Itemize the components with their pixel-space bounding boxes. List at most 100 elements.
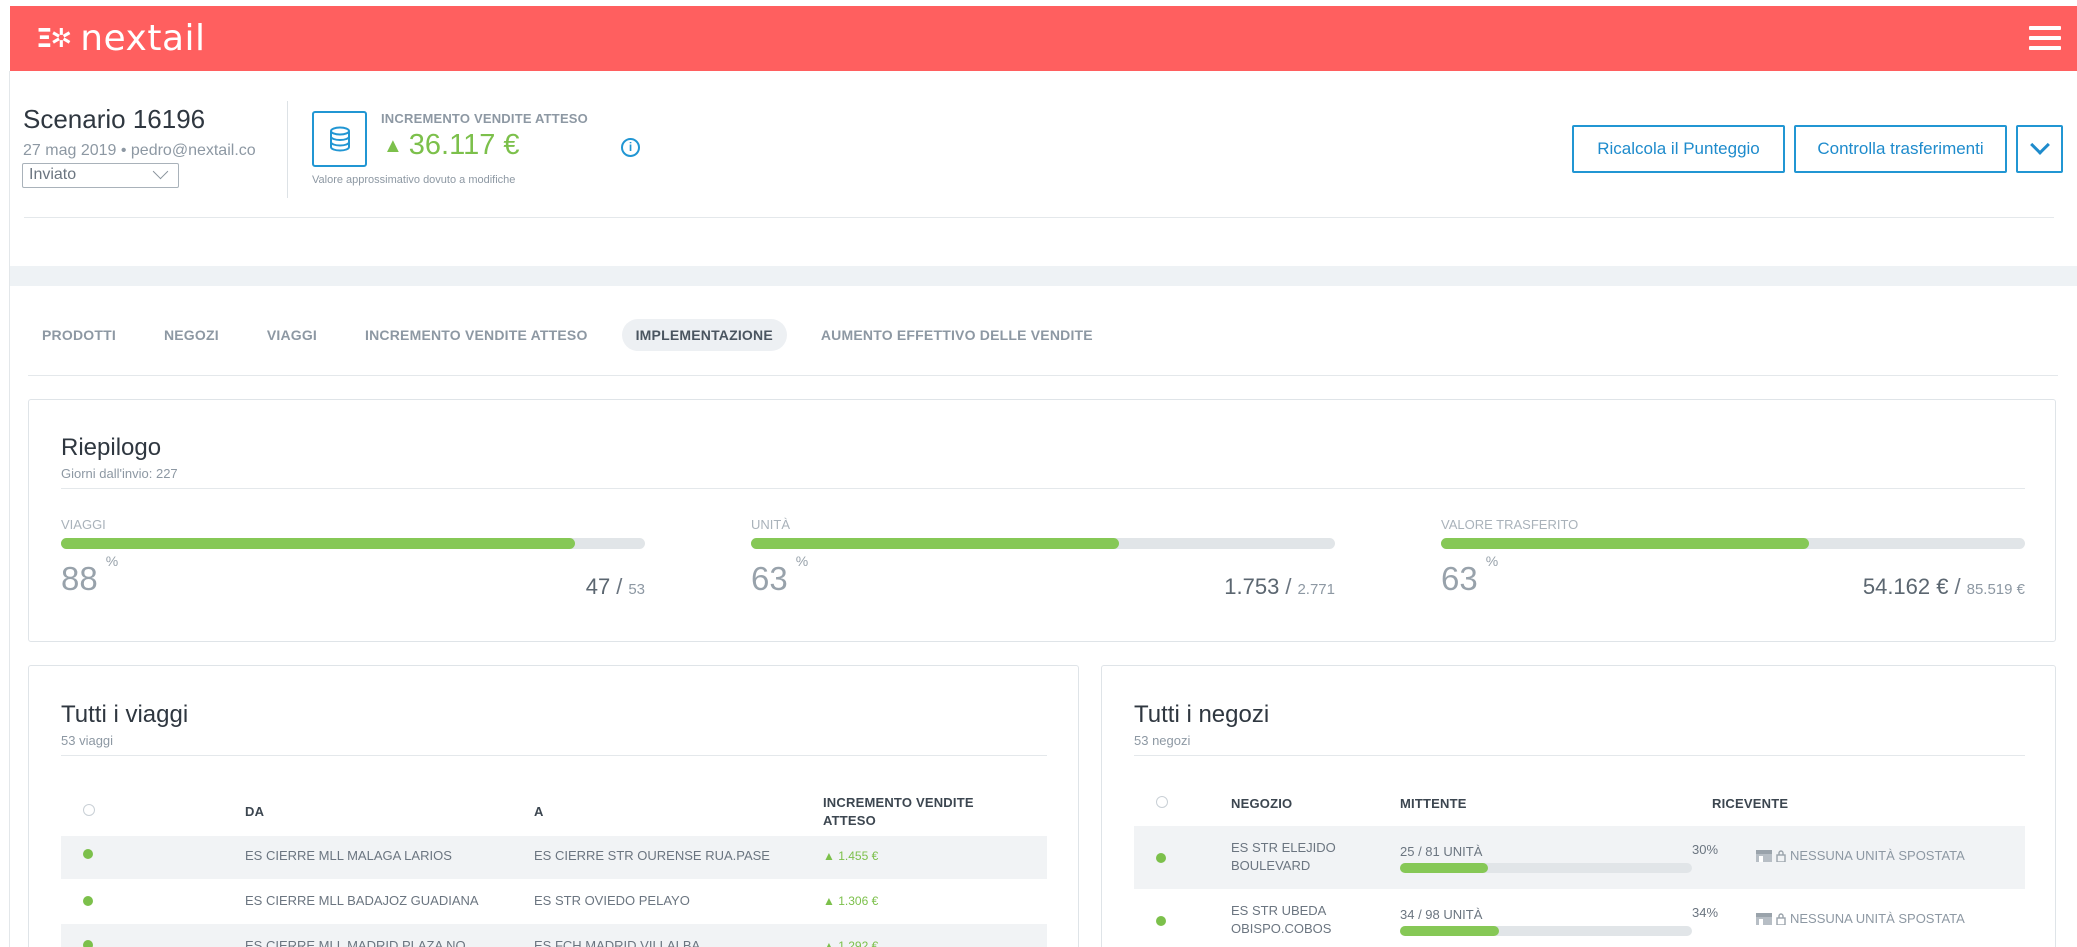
tab-aumento-effettivo[interactable]: AUMENTO EFFETTIVO DELLE VENDITE (807, 319, 1107, 351)
tab-viaggi[interactable]: VIAGGI (253, 319, 331, 351)
info-icon[interactable]: i (621, 138, 640, 157)
summary-title: Riepilogo (61, 434, 162, 461)
recalculate-score-button[interactable]: Ricalcola il Punteggio (1572, 125, 1785, 173)
stores-subtitle: 53 negozi (1134, 733, 1191, 748)
metric-label: UNITÀ (751, 517, 790, 532)
logo-text: nextail (80, 18, 206, 59)
header-da: DA (245, 804, 265, 819)
stores-card: Tutti i negozi 53 negozi NEGOZIO MITTENT… (1101, 665, 2056, 947)
status-dot (1156, 916, 1166, 926)
tab-implementazione[interactable]: IMPLEMENTAZIONE (621, 319, 787, 351)
scenario-header: Scenario 16196 27 mag 2019 • pedro@nexta… (10, 71, 2077, 266)
select-all-radio[interactable] (83, 804, 95, 816)
tab-incremento-vendite-atteso[interactable]: INCREMENTO VENDITE ATTESO (351, 319, 602, 351)
progress-fill (1400, 863, 1488, 873)
logo-mark-icon: Ξ✲ (36, 23, 72, 54)
cell-negozio: ES STR UBEDA OBISPO.COBOS (1231, 903, 1332, 936)
metric-percent: 63% (1441, 553, 1499, 597)
scenario-title: Scenario 16196 (23, 104, 206, 134)
header-mittente: MITTENTE (1400, 796, 1467, 811)
tab-negozi[interactable]: NEGOZI (150, 319, 233, 351)
header-rule (24, 217, 2054, 218)
metric-label: VIAGGI (61, 517, 106, 532)
chevron-down-icon (152, 163, 169, 180)
trips-card: Tutti i viaggi 53 viaggi DA A INCREMENTO… (28, 665, 1079, 947)
progress-track (1441, 538, 2025, 549)
progress-track (1400, 926, 1692, 936)
table-row[interactable]: ES STR ELEJIDO BOULEVARD 25 / 81 UNITÀ 30… (1134, 826, 2025, 889)
header-negozio: NEGOZIO (1231, 796, 1293, 811)
chevron-down-icon (2029, 135, 2050, 155)
metric-percent: 88% (61, 553, 119, 597)
trips-rule (61, 755, 1047, 756)
status-dot (83, 896, 93, 906)
select-all-radio[interactable] (1156, 796, 1168, 808)
header-ricevente: RICEVENTE (1712, 796, 1789, 811)
progress-fill (1441, 538, 1809, 549)
lock-icon (1776, 849, 1786, 862)
trips-title: Tutti i viaggi (61, 701, 189, 728)
up-arrow-icon: ▲ (383, 135, 403, 157)
status-dot (83, 940, 93, 947)
cell-a: ES STR OVIEDO PELAYO (534, 893, 690, 908)
status-value: Inviato (29, 166, 77, 183)
table-row[interactable]: ES CIERRE MLL MALAGA LARIOS ES CIERRE ST… (61, 836, 1047, 879)
progress-track (1400, 863, 1692, 873)
cell-da: ES CIERRE MLL BADAJOZ GUADIANA (245, 893, 479, 908)
more-actions-button[interactable] (2016, 125, 2063, 173)
cell-mittente-units: 25 / 81 UNITÀ (1400, 844, 1483, 859)
metric-ratio: 1.753/2.771 (1224, 574, 1335, 599)
stores-rule (1134, 755, 2025, 756)
summary-subtitle: Giorni dall'invio: 227 (61, 466, 178, 481)
progress-fill (61, 538, 575, 549)
cell-ricevente: NESSUNA UNITÀ SPOSTATA (1756, 911, 1965, 926)
progress-fill (1400, 926, 1500, 936)
table-row[interactable]: ES CIERRE MLL BADAJOZ GUADIANA ES STR OV… (61, 879, 1047, 922)
progress-track (61, 538, 645, 549)
cell-a: ES FCH MADRID VILLALBA (534, 938, 701, 947)
kpi-note: Valore approssimativo dovuto a modifiche (312, 174, 516, 186)
store-icon (1756, 849, 1772, 862)
check-transfers-button[interactable]: Controlla trasferimenti (1794, 125, 2007, 173)
kpi-label: INCREMENTO VENDITE ATTESO (381, 111, 588, 126)
cell-mittente-units: 34 / 98 UNITÀ (1400, 907, 1483, 922)
cell-mittente-pct: 30% (1692, 842, 1719, 857)
summary-rule (61, 488, 2025, 489)
nextail-logo[interactable]: Ξ✲ nextail (36, 18, 206, 59)
cell-incremento: ▲ 1.292 € (823, 939, 879, 947)
metric-ratio: 54.162 €/85.519 € (1862, 574, 2025, 599)
kpi-amount: 36.117 € (408, 129, 520, 161)
progress-fill (751, 538, 1119, 549)
kpi-value: ▲ 36.117 € (383, 129, 520, 162)
cell-incremento: ▲ 1.455 € (823, 849, 879, 863)
cell-incremento: ▲ 1.306 € (823, 894, 879, 908)
table-row[interactable]: ES CIERRE MLL MADRID PLAZA NO ES FCH MAD… (61, 924, 1047, 947)
scenario-meta: 27 mag 2019 • pedro@nextail.co (23, 142, 256, 159)
store-icon (1756, 912, 1772, 925)
header-a: A (534, 804, 544, 819)
cell-da: ES CIERRE MLL MADRID PLAZA NO (245, 938, 466, 947)
metric-percent: 63% (751, 553, 809, 597)
top-bar: Ξ✲ nextail (10, 6, 2077, 71)
tabs-rule (28, 375, 2058, 376)
stores-title: Tutti i negozi (1134, 701, 1270, 728)
status-dropdown[interactable]: Inviato (22, 163, 179, 188)
progress-track (751, 538, 1335, 549)
section-separator (10, 266, 2077, 286)
tab-prodotti[interactable]: PRODOTTI (28, 319, 130, 351)
cell-a: ES CIERRE STR OURENSE RUA.PASE (534, 848, 770, 863)
cell-mittente-pct: 34% (1692, 905, 1719, 920)
lock-icon (1776, 912, 1786, 925)
summary-card: Riepilogo Giorni dall'invio: 227 VIAGGI … (28, 399, 2056, 642)
trips-subtitle: 53 viaggi (61, 733, 114, 748)
cell-negozio: ES STR ELEJIDO BOULEVARD (1231, 840, 1336, 873)
header-incremento: INCREMENTO VENDITE ATTESO (823, 795, 974, 828)
status-dot (83, 849, 93, 859)
menu-icon[interactable] (2029, 26, 2061, 50)
status-dot (1156, 853, 1166, 863)
header-divider (287, 101, 288, 198)
metric-label: VALORE TRASFERITO (1441, 517, 1579, 532)
table-row[interactable]: ES STR UBEDA OBISPO.COBOS 34 / 98 UNITÀ 3… (1134, 889, 2025, 947)
cell-da: ES CIERRE MLL MALAGA LARIOS (245, 848, 452, 863)
metric-ratio: 47/53 (585, 574, 645, 599)
